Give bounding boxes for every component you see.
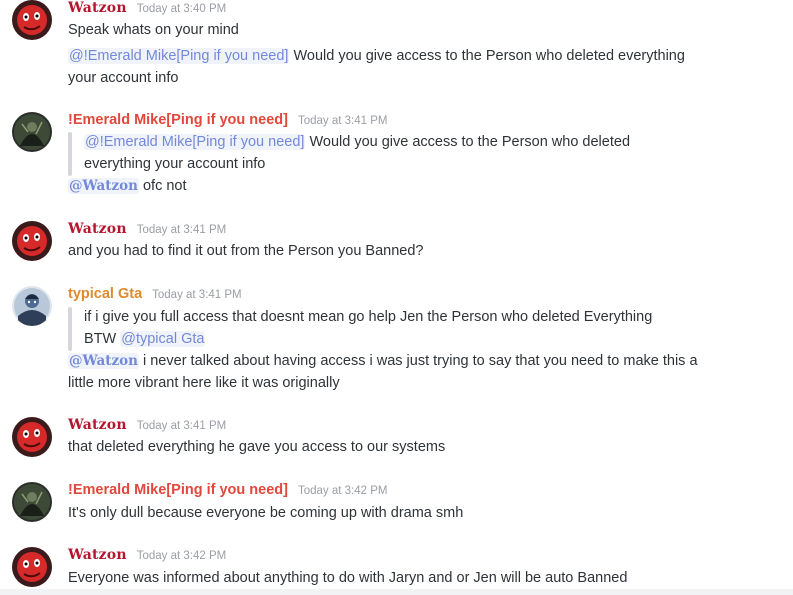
quote-text: @!Emerald Mike[Ping if you need] Would y… (84, 131, 630, 153)
message-text: @!Emerald Mike[Ping if you need] Would y… (68, 45, 685, 67)
timestamp: Today at 3:42 PM (297, 485, 388, 497)
message-text: Speak whats on your mind (68, 22, 239, 38)
message-header: Watzon Today at 3:41 PM (68, 417, 226, 437)
red-mask-avatar-icon (12, 417, 52, 457)
message-text: and you had to find it out from the Pers… (68, 243, 424, 259)
scroll-edge (0, 589, 793, 595)
blue-character-avatar-icon (12, 286, 52, 326)
author-name[interactable]: !Emerald Mike[Ping if you need] (68, 482, 288, 498)
message-header: typical Gta Today at 3:41 PM (68, 286, 242, 306)
message: typical Gta Today at 3:41 PM if i give y… (0, 286, 793, 396)
message-text: your account info (68, 70, 179, 86)
message-header: !Emerald Mike[Ping if you need] Today at… (68, 112, 387, 132)
user-mention[interactable]: @!Emerald Mike[Ping if you need] (68, 48, 290, 64)
timestamp: Today at 3:41 PM (297, 115, 388, 127)
timestamp: Today at 3:41 PM (152, 289, 242, 301)
author-name[interactable]: Watzon (68, 547, 127, 563)
message: Watzon Today at 3:41 PM and you had to f… (0, 221, 793, 266)
message: !Emerald Mike[Ping if you need] Today at… (0, 482, 793, 527)
message-text: that deleted everything he gave you acce… (68, 439, 446, 455)
user-mention[interactable]: @Watzon (68, 178, 139, 194)
dark-figure-avatar-icon (12, 112, 52, 152)
message-text: @Watzon ofc not (68, 175, 187, 197)
avatar[interactable] (12, 0, 52, 40)
timestamp: Today at 3:41 PM (136, 420, 227, 432)
chat-messages: Watzon Today at 3:40 PM Speak whats on y… (0, 0, 793, 595)
avatar[interactable] (12, 482, 52, 522)
author-name[interactable]: typical Gta (68, 286, 142, 302)
message-text: little more vibrant here like it was ori… (68, 375, 340, 391)
message-header: Watzon Today at 3:42 PM (68, 547, 226, 567)
quote-text: BTW @typical Gta (84, 328, 206, 350)
author-name[interactable]: !Emerald Mike[Ping if you need] (68, 112, 288, 128)
author-name[interactable]: Watzon (68, 0, 127, 16)
timestamp: Today at 3:41 PM (136, 224, 227, 236)
message-text: Everyone was informed about anything to … (68, 570, 628, 586)
timestamp: Today at 3:40 PM (136, 3, 227, 15)
message: Watzon Today at 3:42 PM Everyone was inf… (0, 547, 793, 592)
timestamp: Today at 3:42 PM (136, 550, 227, 562)
message-header: Watzon Today at 3:40 PM (68, 0, 226, 20)
quote-bar (68, 307, 72, 351)
message-text: @Watzon i never talked about having acce… (68, 350, 698, 372)
author-name[interactable]: Watzon (68, 221, 127, 237)
avatar[interactable] (12, 547, 52, 587)
avatar[interactable] (12, 112, 52, 152)
avatar[interactable] (12, 221, 52, 261)
message: Watzon Today at 3:40 PM Speak whats on y… (0, 0, 793, 92)
dark-figure-avatar-icon (12, 482, 52, 522)
avatar[interactable] (12, 286, 52, 326)
quote-text-rest: Would you give access to the Person who … (305, 134, 631, 150)
message: Watzon Today at 3:41 PM that deleted eve… (0, 417, 793, 462)
red-mask-avatar-icon (12, 221, 52, 261)
red-mask-avatar-icon (12, 0, 52, 40)
quote-text-prefix: BTW (84, 331, 121, 347)
red-mask-avatar-icon (12, 547, 52, 587)
message-text-rest: i never talked about having access i was… (138, 353, 698, 369)
quote-text: if i give you full access that doesnt me… (84, 309, 653, 325)
message-text: It's only dull because everyone be comin… (68, 505, 464, 521)
message-text-rest: Would you give access to the Person who … (289, 48, 685, 64)
message: !Emerald Mike[Ping if you need] Today at… (0, 112, 793, 202)
message-text-rest: ofc not (138, 178, 187, 194)
author-name[interactable]: Watzon (68, 417, 127, 433)
message-header: Watzon Today at 3:41 PM (68, 221, 226, 241)
quote-text: everything your account info (84, 156, 266, 172)
user-mention[interactable]: @Watzon (68, 353, 139, 369)
user-mention[interactable]: @typical Gta (120, 331, 206, 347)
avatar[interactable] (12, 417, 52, 457)
quote-bar (68, 132, 72, 176)
user-mention[interactable]: @!Emerald Mike[Ping if you need] (84, 134, 306, 150)
message-header: !Emerald Mike[Ping if you need] Today at… (68, 482, 387, 502)
